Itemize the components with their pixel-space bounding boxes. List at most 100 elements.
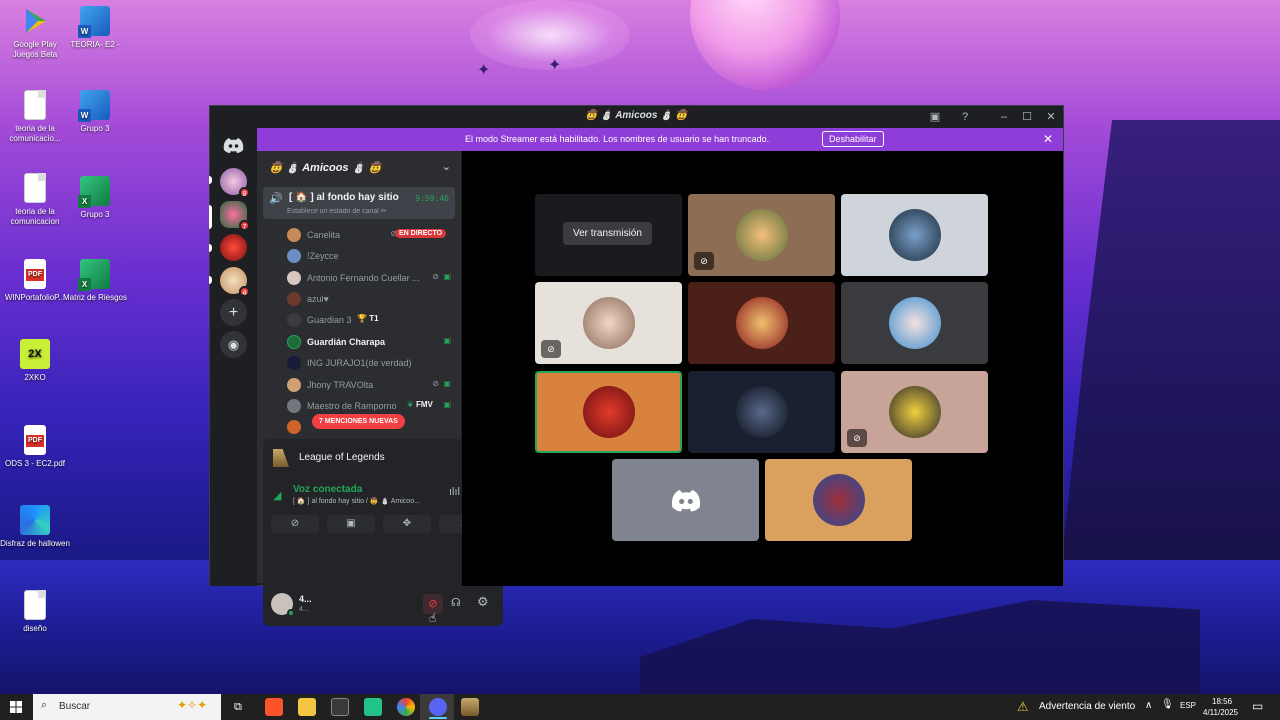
streamer-mode-banner: El modo Streamer está habilitado. Los no… bbox=[257, 128, 1063, 151]
maximize-button[interactable]: ☐ bbox=[1019, 109, 1035, 125]
close-banner-icon[interactable]: ✕ bbox=[1043, 132, 1053, 146]
minimize-button[interactable]: – bbox=[996, 109, 1012, 125]
server-icon[interactable]: 4 bbox=[220, 267, 250, 297]
chevron-up-icon[interactable]: ∧ bbox=[1145, 700, 1152, 711]
participant-tile-speaking[interactable] bbox=[535, 371, 682, 453]
desktop-icon-excel-grupo3[interactable]: X Grupo 3 bbox=[60, 176, 130, 220]
activities-icon: ✥ bbox=[402, 518, 412, 529]
desktop-icon-label: 2XKO bbox=[24, 373, 46, 382]
voice-member[interactable]: Guardián Charapa ▣ bbox=[287, 333, 457, 351]
participant-tile[interactable] bbox=[765, 459, 912, 541]
explore-icon[interactable]: ◉ bbox=[220, 331, 247, 358]
desktop-icon-2xko[interactable]: 2X 2XKO bbox=[0, 339, 70, 383]
avatar bbox=[287, 228, 301, 242]
desktop-icon-word-teoria[interactable]: W TEORIA- E2 - bbox=[60, 6, 130, 50]
mic-muted-icon: ⊘ bbox=[541, 340, 561, 358]
voice-member[interactable]: !Zeycce bbox=[287, 247, 457, 265]
participant-tile[interactable] bbox=[688, 282, 835, 364]
google-play-icon bbox=[20, 6, 50, 36]
server-icon[interactable] bbox=[220, 234, 247, 261]
discord-taskbar-icon[interactable] bbox=[429, 698, 447, 716]
edge-icon bbox=[20, 505, 50, 535]
desktop-icon-doc-diseno[interactable]: diseño bbox=[0, 590, 70, 634]
participant-tile[interactable]: ⊘ bbox=[688, 194, 835, 276]
brave-icon[interactable] bbox=[265, 698, 283, 716]
desktop-icon-edge-disfraz[interactable]: Disfraz de hallowen bbox=[0, 505, 70, 549]
desktop-icon-pdf-ods3[interactable]: PDF ODS 3 - EC2.pdf bbox=[0, 425, 70, 469]
language-indicator[interactable]: ESP bbox=[1180, 701, 1196, 710]
member-name: azul♥ bbox=[307, 294, 329, 304]
channel-status-hint[interactable]: Establece un estado de canal ✏ bbox=[287, 207, 387, 215]
mic-muted-icon: ⊘ bbox=[432, 272, 439, 281]
desktop-icon-excel-matriz[interactable]: X Matriz de Riesgos bbox=[60, 259, 130, 303]
camera-off-button[interactable]: ⊘ bbox=[271, 515, 319, 533]
file-explorer-icon[interactable] bbox=[298, 698, 316, 716]
mic-muted-icon: ⊘ bbox=[432, 379, 439, 388]
noise-suppression-icon[interactable]: ılıl bbox=[449, 486, 460, 498]
voice-member[interactable]: Jhony TRAVOlta ⊘ ▣ bbox=[287, 376, 457, 394]
participant-tile[interactable] bbox=[612, 459, 759, 541]
server-icon[interactable]: 8 bbox=[220, 168, 250, 198]
headphones-icon[interactable]: ☊ bbox=[451, 596, 461, 609]
live-badge: EN DIRECTO bbox=[395, 229, 447, 238]
notifications-icon[interactable]: ▭ bbox=[1252, 699, 1263, 713]
user-subtext: 4... bbox=[299, 606, 309, 613]
help-icon[interactable]: ? bbox=[957, 109, 973, 125]
avatar bbox=[287, 335, 301, 349]
clock-date[interactable]: 4/11/2025 bbox=[1203, 708, 1238, 717]
member-name: Maestro de Ramporno bbox=[307, 401, 397, 411]
activities-button[interactable]: ✥ bbox=[383, 515, 431, 533]
voice-member[interactable]: Antonio Fernando Cuellar ... ⊘ ▣ bbox=[287, 269, 457, 287]
participant-tile[interactable]: ⊘ bbox=[535, 282, 682, 364]
voice-member[interactable]: Maestro de Ramporno ❦ FMV ▣ bbox=[287, 397, 457, 415]
member-tag: ❦ FMV bbox=[407, 400, 433, 409]
user-panel: 4... 4... ⊘ ☊ ⚙ ☝ bbox=[263, 584, 503, 626]
streamer-banner-text: El modo Streamer está habilitado. Los no… bbox=[465, 134, 770, 144]
inbox-icon[interactable]: ▣ bbox=[927, 109, 943, 125]
participant-tile[interactable]: ⊘ bbox=[841, 371, 988, 453]
chrome-icon[interactable] bbox=[397, 698, 415, 716]
discord-home-icon[interactable] bbox=[221, 136, 246, 154]
voice-channel-row[interactable]: 🔊 [ 🏠 ] al fondo hay sitio 9:59:46 Estab… bbox=[263, 187, 455, 219]
new-mentions-pill[interactable]: 7 MENCIONES NUEVAS bbox=[312, 414, 405, 429]
share-screen-icon: ▣ bbox=[346, 518, 356, 529]
voice-connected-status[interactable]: Voz conectada bbox=[293, 484, 362, 495]
taskbar-search[interactable]: ⌕ Buscar ✦✧✦ bbox=[33, 694, 221, 720]
participant-tile[interactable] bbox=[841, 282, 988, 364]
stream-tile[interactable]: Ver transmisión bbox=[535, 194, 682, 276]
participant-tile[interactable] bbox=[688, 371, 835, 453]
desktop-icon-word-grupo3[interactable]: W Grupo 3 bbox=[60, 90, 130, 134]
voice-location[interactable]: [ 🏠 ] al fondo hay sitio / 🤠 ⛄ Amicoo... bbox=[293, 497, 443, 505]
add-server-icon[interactable]: + bbox=[220, 299, 247, 326]
watch-stream-button[interactable]: Ver transmisión bbox=[563, 222, 652, 245]
participant-tile[interactable] bbox=[841, 194, 988, 276]
guild-header[interactable]: 🤠 ⛄ Amicoos ⛄ 🤠 ⌄ bbox=[257, 151, 461, 183]
settings-gear-icon[interactable]: ⚙ bbox=[477, 594, 489, 610]
voice-member[interactable]: ING JURAJO1(de verdad) bbox=[287, 354, 457, 372]
weather-text[interactable]: Advertencia de viento bbox=[1039, 701, 1135, 712]
close-button[interactable]: ✕ bbox=[1043, 109, 1059, 125]
guild-name: 🤠 ⛄ Amicoos ⛄ 🤠 bbox=[269, 162, 383, 174]
task-view-icon[interactable]: ⧉ bbox=[234, 701, 242, 714]
app-icon[interactable] bbox=[331, 698, 349, 716]
screen-share-icon: ▣ bbox=[443, 379, 451, 388]
username[interactable]: 4... bbox=[299, 594, 312, 604]
windows-start-icon[interactable] bbox=[10, 701, 22, 713]
server-icon-amicoos[interactable]: 7 bbox=[220, 201, 250, 231]
clock-time[interactable]: 18:56 bbox=[1212, 697, 1232, 706]
voice-member[interactable]: Canelita ⊘ EN DIRECTO bbox=[287, 226, 457, 244]
speaker-icon: 🔊 bbox=[269, 193, 283, 205]
desktop-icon-label: Grupo 3 bbox=[80, 124, 110, 133]
avatar[interactable] bbox=[271, 593, 295, 617]
league-of-legends-taskbar-icon[interactable] bbox=[461, 698, 479, 716]
microphone-icon[interactable]: 🎙 bbox=[1161, 699, 1174, 710]
avatar bbox=[889, 297, 941, 349]
title-bar[interactable]: 🤠 ⛄ Amicoos ⛄ 🤠 ▣ ? – ☐ ✕ bbox=[210, 106, 1063, 128]
wallpaper-bird: ✦ bbox=[548, 57, 562, 74]
share-screen-button[interactable]: ▣ bbox=[327, 515, 375, 533]
voice-member[interactable]: azul♥ bbox=[287, 290, 457, 308]
voice-member[interactable]: Guardian 3 🏆 T1 bbox=[287, 311, 457, 329]
app-icon[interactable] bbox=[364, 698, 382, 716]
search-icon: ⌕ bbox=[41, 699, 48, 711]
disable-streamer-button[interactable]: Deshabilitar bbox=[822, 131, 884, 147]
